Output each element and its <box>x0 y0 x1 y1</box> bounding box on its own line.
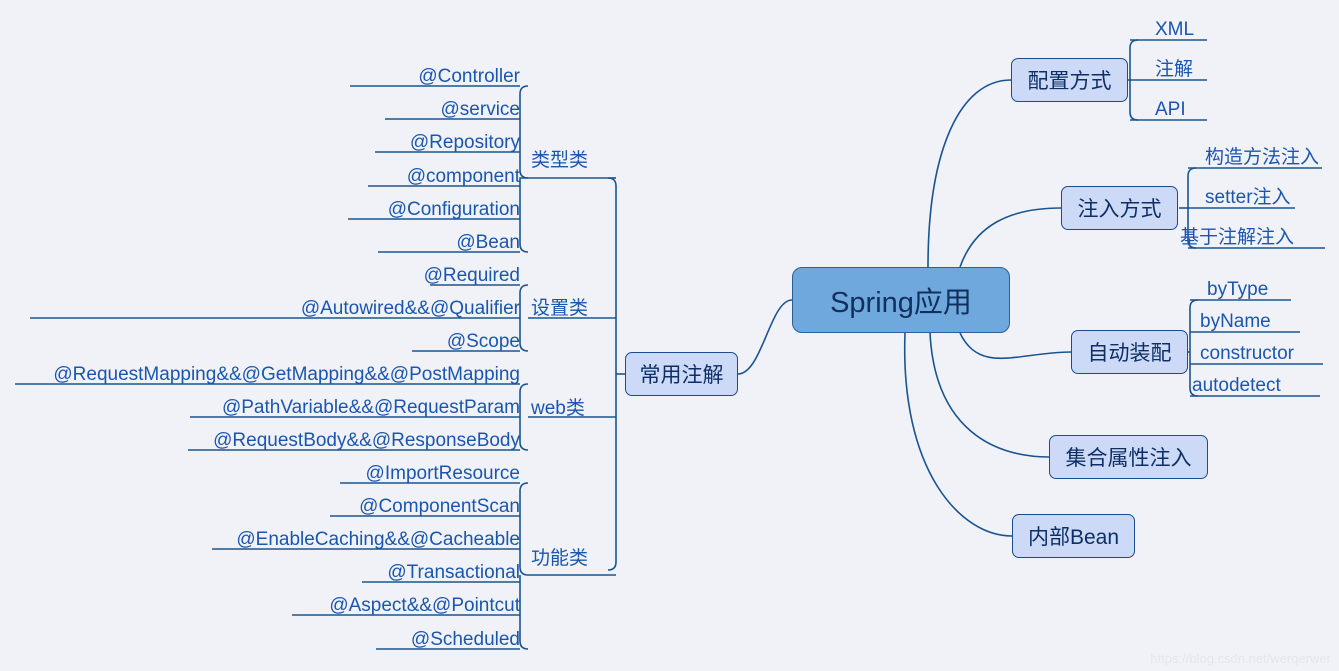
leaf-configuration[interactable]: @Configuration <box>300 200 520 219</box>
leaf-transactional[interactable]: @Transactional <box>250 563 520 582</box>
leaf-aspect-pointcut[interactable]: @Aspect&&@Pointcut <box>250 596 520 615</box>
root-node-label: Spring应用 <box>830 287 972 319</box>
edge-root-to-autowire <box>959 332 1072 360</box>
edge-root-to-inner-bean <box>903 332 1013 537</box>
node-config-method[interactable]: 配置方式 <box>1011 58 1128 102</box>
leaf-component[interactable]: @component <box>300 167 520 186</box>
leaf-annotation-injection[interactable]: 基于注解注入 <box>1180 228 1294 247</box>
leaf-required[interactable]: @Required <box>260 266 520 285</box>
leaf-repository[interactable]: @Repository <box>300 133 520 152</box>
leaf-importresource[interactable]: @ImportResource <box>250 464 520 483</box>
node-injection-method-label: 注入方式 <box>1077 198 1162 221</box>
edge-root-to-common-annotations <box>737 299 793 375</box>
bracket-config <box>1129 39 1139 121</box>
node-autowire-label: 自动装配 <box>1087 342 1172 365</box>
node-inner-bean[interactable]: 内部Bean <box>1012 514 1135 558</box>
leaf-bytype[interactable]: byType <box>1207 280 1268 299</box>
category-label-setting-class: 设置类 <box>531 298 589 319</box>
node-common-annotations-label: 常用注解 <box>639 364 724 387</box>
node-config-method-label: 配置方式 <box>1027 70 1112 93</box>
leaf-autowired-qualifier[interactable]: @Autowired&&@Qualifier <box>200 299 520 318</box>
bracket-setting-class <box>519 284 529 352</box>
edge-root-to-injection <box>959 207 1062 268</box>
leaf-api[interactable]: API <box>1155 100 1186 119</box>
leaf-bean[interactable]: @Bean <box>300 233 520 252</box>
leaf-requestmapping-getmapping-postmapping[interactable]: @RequestMapping&&@GetMapping&&@PostMappi… <box>10 365 520 384</box>
leaf-controller[interactable]: @Controller <box>300 67 520 86</box>
bracket-web-class <box>519 383 529 451</box>
mindmap-canvas: Spring应用 常用注解 类型类 设置类 web类 功能类 @Controll… <box>0 0 1339 671</box>
leaf-scheduled[interactable]: @Scheduled <box>250 630 520 649</box>
leaf-autodetect[interactable]: autodetect <box>1192 376 1281 395</box>
leaf-scope[interactable]: @Scope <box>260 332 520 351</box>
node-collection-injection[interactable]: 集合属性注入 <box>1049 435 1208 479</box>
leaf-xml[interactable]: XML <box>1155 20 1194 39</box>
node-autowire[interactable]: 自动装配 <box>1071 330 1188 374</box>
category-label-web-class: web类 <box>531 398 585 419</box>
leaf-pathvariable-requestparam[interactable]: @PathVariable&&@RequestParam <box>120 398 520 417</box>
bracket-function-class-lower <box>519 575 529 650</box>
leaf-componentscan[interactable]: @ComponentScan <box>250 497 520 516</box>
edge-root-to-collection-injection <box>929 332 1050 458</box>
leaf-constructor-injection[interactable]: 构造方法注入 <box>1205 148 1319 167</box>
category-label-type-class: 类型类 <box>531 150 589 171</box>
category-label-function-class: 功能类 <box>531 548 589 569</box>
leaf-zhujie[interactable]: 注解 <box>1155 60 1193 79</box>
leaf-service[interactable]: @service <box>300 100 520 119</box>
watermark: https://blog.csdn.net/werqerwer <box>1150 651 1331 666</box>
node-common-annotations[interactable]: 常用注解 <box>625 352 738 396</box>
node-collection-injection-label: 集合属性注入 <box>1065 447 1192 470</box>
leaf-byname[interactable]: byName <box>1200 312 1271 331</box>
leaf-requestbody-responsebody[interactable]: @RequestBody&&@ResponseBody <box>120 431 520 450</box>
bracket-common-annotations <box>607 177 617 571</box>
edge-root-to-config <box>927 79 1012 268</box>
bracket-function-class <box>519 482 529 576</box>
node-injection-method[interactable]: 注入方式 <box>1061 186 1178 230</box>
leaf-enablecaching-cacheable[interactable]: @EnableCaching&&@Cacheable <box>180 530 520 549</box>
leaf-setter-injection[interactable]: setter注入 <box>1205 188 1291 207</box>
bracket-type-class-lower <box>519 177 529 253</box>
node-inner-bean-label: 内部Bean <box>1027 526 1120 549</box>
root-node[interactable]: Spring应用 <box>792 267 1010 333</box>
leaf-constructor[interactable]: constructor <box>1200 344 1294 363</box>
